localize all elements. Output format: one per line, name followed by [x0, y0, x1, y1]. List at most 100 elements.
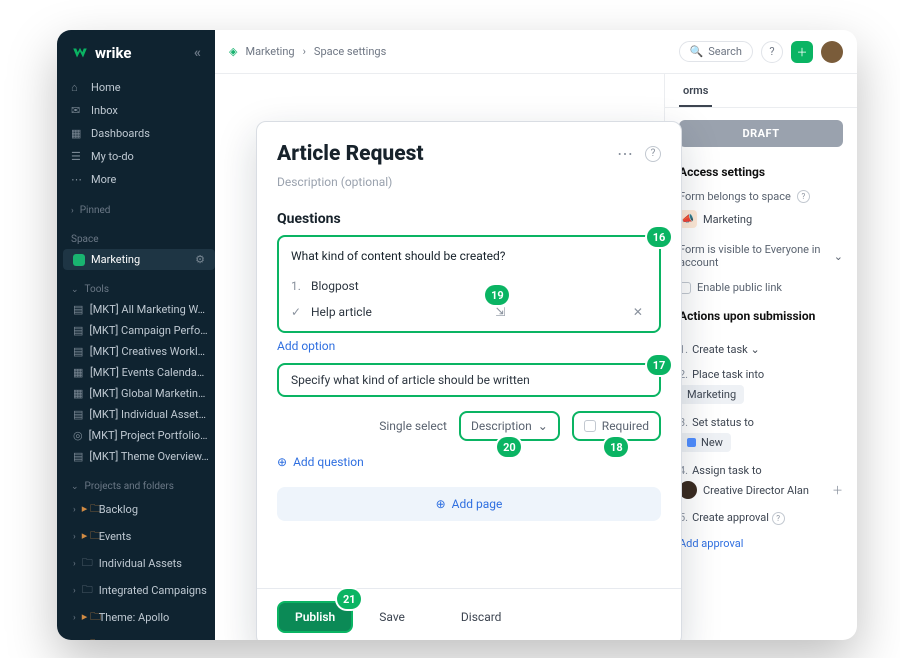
publish-button[interactable]: Publish 21 [277, 601, 353, 633]
modal-title[interactable]: Article Request [277, 142, 613, 166]
home-icon: ⌂ [71, 81, 83, 94]
folder-item[interactable]: ›▸ 🗀Theme: Apollo [63, 604, 215, 631]
tool-item[interactable]: ▤ [MKT] All Marketing W… [63, 299, 215, 320]
tool-item[interactable]: ▤[MKT] Campaign Perfo… [63, 320, 215, 341]
chevron-icon: › [73, 640, 76, 641]
public-link-toggle[interactable]: Enable public link [679, 278, 843, 297]
section-label: Pinned [80, 205, 111, 216]
search-icon: 🔍 [690, 45, 704, 58]
plus-icon: ⊕ [436, 497, 446, 511]
chip-value[interactable]: Marketing [679, 385, 744, 404]
app-window: wrike « ⌂Home ✉Inbox ▦Dashboards ☰My to-… [57, 30, 857, 640]
nav-home[interactable]: ⌂Home [57, 76, 215, 99]
option-1[interactable]: 1.Blogpost [291, 273, 647, 299]
question-title[interactable]: What kind of content should be created? [291, 245, 647, 273]
folder-item[interactable]: ›🗀Individual Assets [63, 550, 215, 577]
search-button[interactable]: 🔍 Search [679, 41, 754, 62]
save-button[interactable]: Save [363, 603, 421, 631]
callout-18: 18 [604, 437, 628, 457]
tool-icon: ▦ [73, 366, 84, 379]
tool-item[interactable]: ▤[MKT] Individual Asset… [63, 404, 215, 425]
visibility-select[interactable]: Form is visible to Everyone in account⌄ [679, 240, 843, 272]
more-menu-icon[interactable]: ⋯ [613, 140, 637, 167]
callout-21: 21 [337, 589, 361, 609]
tool-label: [MKT] All Marketing W… [90, 303, 205, 316]
tool-label: [MKT] Individual Asset… [89, 408, 206, 421]
folder-item[interactable]: ›▸ 🗀Backlog [63, 496, 215, 523]
help-icon[interactable]: ? [797, 190, 810, 203]
callout-17: 17 [647, 355, 671, 375]
add-approval-link[interactable]: Add approval [679, 537, 743, 550]
gear-icon[interactable]: ⚙ [195, 253, 205, 266]
section-pinned[interactable]: ›Pinned [57, 191, 215, 220]
folder-icon: ▸ 🗀 [82, 635, 93, 640]
chevron-down-icon[interactable]: ⌄ [750, 343, 759, 356]
description-field[interactable]: Description (optional) [257, 167, 681, 189]
breadcrumb-page[interactable]: Space settings [314, 45, 386, 58]
remove-option-icon[interactable]: ✕ [629, 305, 647, 319]
step-label: Set status to [692, 416, 754, 429]
assignee[interactable]: Creative Director Alan＋ [679, 481, 843, 499]
nav-mytodo[interactable]: ☰My to-do [57, 145, 215, 168]
step-label: Place task into [692, 368, 764, 381]
section-tools[interactable]: ⌄Tools [57, 270, 215, 299]
required-toggle[interactable]: Required 18 [572, 411, 661, 441]
tab-forms[interactable]: orms [679, 76, 712, 107]
nav-label: More [91, 173, 116, 186]
callout-16: 16 [647, 227, 671, 247]
answer-destination-dropdown[interactable]: Description⌄ 20 [459, 411, 560, 441]
collapse-icon[interactable]: « [194, 45, 201, 61]
space-name: Marketing [703, 213, 752, 226]
discard-button[interactable]: Discard [445, 603, 518, 631]
section-projects[interactable]: ⌄Projects and folders [57, 467, 215, 496]
search-label: Search [708, 45, 742, 58]
tool-item[interactable]: ▤[MKT] Theme Overview… [63, 446, 215, 467]
checkbox[interactable] [584, 420, 596, 432]
option-2[interactable]: ✓Help article ⇲19 ✕ [291, 299, 647, 325]
tool-icon: ▦ [73, 387, 83, 400]
status-draft: DRAFT [679, 120, 843, 147]
section-heading: Actions upon submission [679, 309, 843, 323]
tool-icon: ▤ [73, 303, 84, 316]
nav-inbox[interactable]: ✉Inbox [57, 99, 215, 122]
space-chip[interactable]: 📣Marketing [679, 206, 843, 232]
breadcrumb-space[interactable]: Marketing [245, 45, 294, 58]
field-type-row: Single select Description⌄ 20 Required 1… [277, 411, 661, 441]
question-block[interactable]: 16 What kind of content should be create… [277, 235, 661, 333]
tool-item[interactable]: ▦[MKT] Global Marketin… [63, 383, 215, 404]
option-number: 1. [291, 279, 303, 293]
section-label: Projects and folders [85, 481, 174, 492]
tool-item[interactable]: ▦ [MKT] Events Calenda… [63, 362, 215, 383]
tool-label: [MKT] Events Calenda… [90, 366, 204, 379]
add-option-link[interactable]: Add option [257, 333, 681, 359]
more-icon: ⋯ [71, 173, 83, 186]
help-button[interactable]: ? [761, 41, 783, 63]
chevron-icon: › [73, 532, 76, 542]
folder-icon: ▸ 🗀 [82, 500, 93, 519]
step-label: Create approval [692, 511, 769, 524]
folder-item[interactable]: ›🗀Integrated Campaigns [63, 577, 215, 604]
section-label: Tools [85, 284, 109, 295]
folder-item[interactable]: ›▸ 🗀Events [63, 523, 215, 550]
nav-more[interactable]: ⋯ More [57, 168, 215, 191]
sidebar: wrike « ⌂Home ✉Inbox ▦Dashboards ☰My to-… [57, 30, 215, 640]
create-button[interactable]: ＋ [791, 41, 813, 63]
branch-icon[interactable]: ⇲19 [495, 305, 505, 319]
add-page-button[interactable]: ⊕Add page [277, 487, 661, 521]
help-icon[interactable]: ? [772, 512, 785, 525]
logo-text: wrike [95, 44, 131, 62]
avatar[interactable] [821, 41, 843, 63]
nav-dashboards[interactable]: ▦Dashboards [57, 122, 215, 145]
tool-item[interactable]: ◎[MKT] Project Portfolio… [63, 425, 215, 446]
folder-label: Individual Assets [99, 557, 182, 570]
space-marketing[interactable]: Marketing⚙ [63, 249, 215, 270]
tool-icon: ◎ [73, 429, 83, 442]
questions-heading: Questions [257, 189, 681, 235]
help-text-field[interactable]: 17 Specify what kind of article should b… [277, 363, 661, 397]
nav-label: Inbox [91, 104, 118, 117]
help-icon[interactable]: ? [645, 146, 661, 162]
add-icon[interactable]: ＋ [832, 482, 843, 498]
folder-item[interactable]: ›▸ 🗀Theme: Work Smarter [63, 631, 215, 640]
tool-item[interactable]: ▤[MKT] Creatives Workl… [63, 341, 215, 362]
chip-status[interactable]: New [679, 433, 731, 452]
